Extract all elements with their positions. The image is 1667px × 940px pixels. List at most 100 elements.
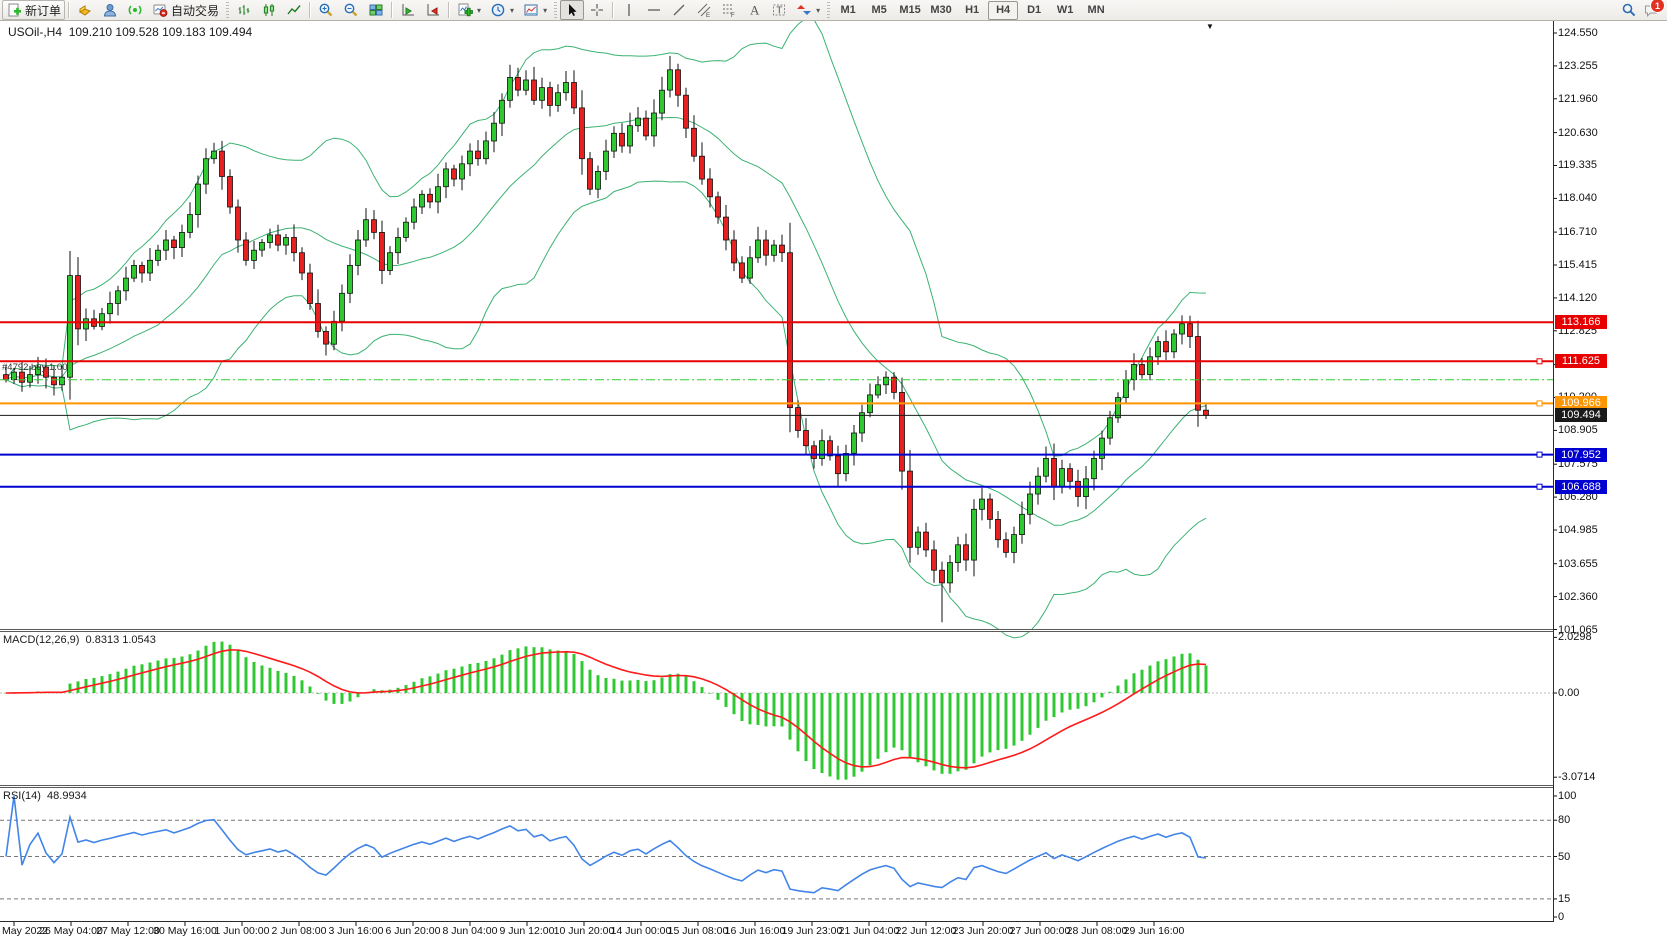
- candles: [4, 56, 1209, 622]
- axis-ticks: [14, 33, 1557, 926]
- zoom-out-icon: [343, 2, 359, 18]
- candlestick-type-button[interactable]: [257, 0, 281, 20]
- fibonacci-icon: F: [721, 2, 737, 18]
- auto-trading-button[interactable]: 自动交易: [148, 0, 223, 20]
- timeframe-group: M1M5M15M30H1H4D1W1MN: [833, 1, 1111, 20]
- chart-canvas[interactable]: [0, 0, 1667, 940]
- timeframe-h4[interactable]: H4: [988, 1, 1018, 20]
- community-button[interactable]: [98, 0, 122, 20]
- rsi-name: RSI(14): [3, 790, 41, 802]
- rsi-indicator-label: RSI(14) 48.9934: [3, 790, 87, 802]
- periods-dropdown-caret: ▾: [510, 6, 514, 15]
- clock-icon: [490, 2, 506, 18]
- line-chart-icon: [286, 2, 302, 18]
- toolbar-grip: [554, 2, 557, 18]
- crosshair-tool-button[interactable]: [585, 0, 609, 20]
- notifications-icon[interactable]: 1: [1643, 2, 1659, 18]
- trendline-icon: [671, 2, 687, 18]
- pane-separator-rsi[interactable]: [0, 785, 1553, 788]
- toolbar-grip: [827, 2, 830, 18]
- channel-tool-button[interactable]: E: [692, 0, 716, 20]
- trendline-tool-button[interactable]: [667, 0, 691, 20]
- line-handle[interactable]: [1537, 401, 1542, 406]
- cursor-tool-button[interactable]: [560, 0, 584, 20]
- indicators-button[interactable]: ▾: [453, 0, 485, 20]
- scroll-to-end-marker[interactable]: ▼: [1206, 22, 1214, 31]
- timeframe-m5[interactable]: M5: [864, 1, 894, 20]
- templates-button[interactable]: ▾: [519, 0, 551, 20]
- community-person-icon: [102, 2, 118, 18]
- periods-button[interactable]: ▾: [486, 0, 518, 20]
- vertical-line-icon: [621, 2, 637, 18]
- fibonacci-tool-button[interactable]: F: [717, 0, 741, 20]
- toolbar-separator: [309, 2, 311, 18]
- macd-values: 0.8313 1.0543: [86, 634, 156, 646]
- timeframe-m15[interactable]: M15: [895, 1, 925, 20]
- indicators-icon: [457, 2, 473, 18]
- line-handle[interactable]: [1537, 452, 1542, 457]
- chart-shift-icon: [425, 2, 441, 18]
- timeframe-d1[interactable]: D1: [1019, 1, 1049, 20]
- arrows-dropdown-caret: ▾: [816, 6, 820, 15]
- arrows-tool-button[interactable]: ▾: [792, 0, 824, 20]
- zoom-out-button[interactable]: [339, 0, 363, 20]
- pane-separator-macd[interactable]: [0, 629, 1553, 632]
- candlestick-icon: [261, 2, 277, 18]
- new-order-button[interactable]: 新订单: [2, 0, 65, 20]
- bar-chart-icon: [236, 2, 252, 18]
- macd-signal-line: [6, 650, 1206, 768]
- line-handle[interactable]: [1537, 484, 1542, 489]
- arrows-icon: [796, 2, 812, 18]
- horizontal-line-tool-button[interactable]: [642, 0, 666, 20]
- line-handle[interactable]: [1537, 359, 1542, 364]
- rsi-line: [6, 796, 1206, 893]
- bar-chart-type-button[interactable]: [232, 0, 256, 20]
- price-level-badge: 113.166: [1555, 315, 1607, 329]
- auto-scroll-icon: [400, 2, 416, 18]
- signal-button[interactable]: [123, 0, 147, 20]
- toolbar-separator: [612, 2, 614, 18]
- toolbar-right: 1: [1621, 2, 1667, 18]
- fibonacci-letter: F: [731, 13, 735, 18]
- channel-letter: E: [706, 13, 710, 18]
- timeframe-w1[interactable]: W1: [1050, 1, 1080, 20]
- auto-scroll-button[interactable]: [396, 0, 420, 20]
- timeframe-m1[interactable]: M1: [833, 1, 863, 20]
- new-order-label: 新订单: [25, 2, 61, 19]
- zoom-in-icon: [318, 2, 334, 18]
- bollinger-bands: [6, 18, 1206, 638]
- timeframe-m30[interactable]: M30: [926, 1, 956, 20]
- market-icon: [77, 2, 93, 18]
- price-level-badge: 111.625: [1555, 354, 1607, 368]
- vertical-line-tool-button[interactable]: [617, 0, 641, 20]
- text-label-tool-button[interactable]: T: [767, 0, 791, 20]
- mt4-window: 新订单 自动交易: [0, 0, 1667, 940]
- text-tool-button[interactable]: A: [742, 0, 766, 20]
- chart-shift-button[interactable]: [421, 0, 445, 20]
- chart-title: USOil-,H4 109.210 109.528 109.183 109.49…: [8, 25, 252, 39]
- toolbar: 新订单 自动交易: [0, 0, 1667, 21]
- label-letter: T: [776, 6, 782, 17]
- current-price-badge: 109.494: [1555, 408, 1607, 422]
- open-order-label: #4792 buy 1.00: [2, 362, 68, 373]
- tile-windows-button[interactable]: [364, 0, 388, 20]
- search-icon[interactable]: [1621, 2, 1637, 18]
- cursor-icon: [564, 2, 580, 18]
- timeframe-mn[interactable]: MN: [1081, 1, 1111, 20]
- indicators-dropdown-caret: ▾: [477, 6, 481, 15]
- notification-count-badge: 1: [1650, 0, 1665, 13]
- template-icon: [523, 2, 539, 18]
- rsi-value: 48.9934: [47, 790, 87, 802]
- timeframe-h1[interactable]: H1: [957, 1, 987, 20]
- zoom-in-button[interactable]: [314, 0, 338, 20]
- price-axis-border: [1553, 21, 1554, 922]
- line-chart-type-button[interactable]: [282, 0, 306, 20]
- auto-trading-icon: [152, 2, 168, 18]
- horizontal-line-icon: [646, 2, 662, 18]
- market-button[interactable]: [73, 0, 97, 20]
- toolbar-separator: [448, 2, 450, 18]
- time-axis-border: [0, 921, 1554, 922]
- toolbar-separator: [68, 2, 70, 18]
- price-level-badge: 106.688: [1555, 480, 1607, 494]
- macd-indicator-label: MACD(12,26,9) 0.8313 1.0543: [3, 634, 156, 646]
